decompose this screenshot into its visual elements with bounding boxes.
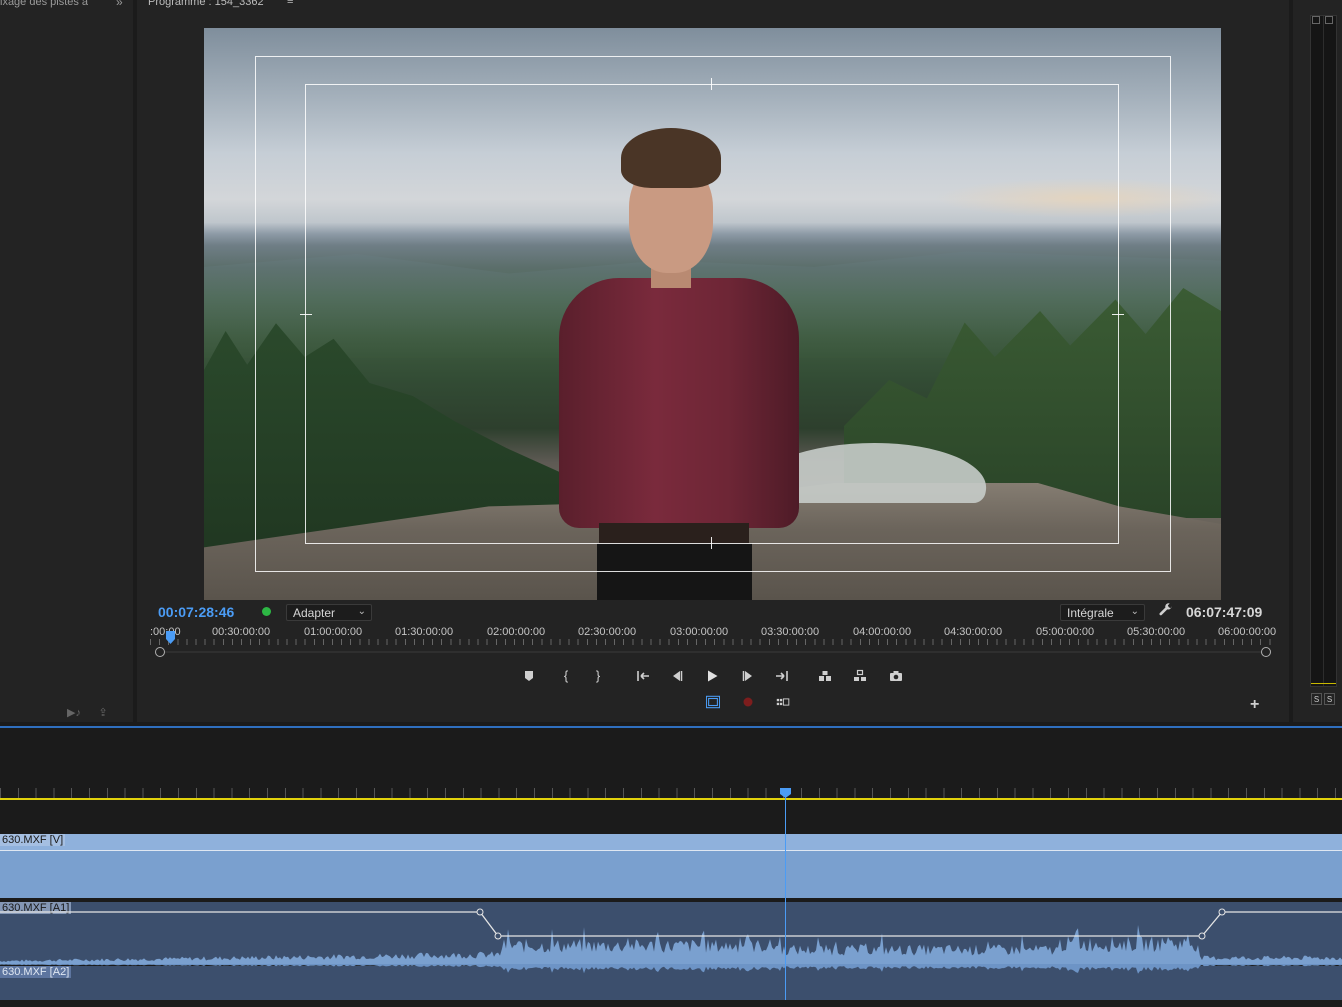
record-icon[interactable] (738, 693, 758, 711)
monitor-zoom-scrollbar[interactable] (155, 647, 1271, 657)
compare-view-icon[interactable] (773, 693, 793, 711)
clip-indicator-right[interactable] (1325, 16, 1333, 24)
lift-icon[interactable] (815, 667, 835, 685)
ruler-label: 01:00:00:00 (304, 626, 363, 638)
zoom-handle-left[interactable] (155, 647, 165, 657)
step-forward-icon[interactable] (738, 667, 758, 685)
clip-name-v1: 630.MXF [V] (0, 834, 66, 846)
timeline-playhead[interactable] (780, 788, 791, 798)
safe-margins-icon[interactable] (703, 693, 723, 711)
solo-right-button[interactable]: S (1324, 693, 1335, 705)
audio-meter-bars (1310, 15, 1337, 687)
ruler-label: 02:00:00:00 (487, 626, 546, 638)
ruler-label: 04:00:00:00 (853, 626, 912, 638)
panel-focus-line (0, 726, 1342, 728)
zoom-level-value: Adapter (293, 606, 336, 620)
export-audio-icon[interactable]: ▶♪ (66, 706, 82, 720)
meter-divider (1323, 16, 1324, 686)
double-chevron-right-icon[interactable]: » (116, 0, 123, 9)
guide-tick-top (711, 78, 712, 90)
zoom-scrollbar-track (160, 651, 1266, 653)
ruler-label: 05:00:00:00 (1036, 626, 1095, 638)
mark-in-icon[interactable]: { (556, 667, 576, 685)
monitor-time-ruler[interactable]: :00:00 00:30:00:00 01:00:00:00 01:30:00:… (150, 624, 1278, 648)
clip-indicator-left[interactable] (1312, 16, 1320, 24)
extract-icon[interactable] (850, 667, 870, 685)
ruler-label: 03:00:00:00 (670, 626, 729, 638)
title-safe-guide (305, 84, 1119, 544)
chevron-down-icon: ⌄ (1130, 606, 1139, 617)
ruler-label: 01:30:00:00 (395, 626, 454, 638)
go-to-in-icon[interactable] (633, 667, 653, 685)
export-icon[interactable]: ⇪ (95, 706, 111, 720)
timeline-playhead-line[interactable] (785, 790, 786, 1000)
chevron-down-icon: ⌄ (357, 606, 366, 617)
play-icon[interactable] (702, 667, 722, 685)
video-clip-v1[interactable]: 630.MXF [V] (0, 834, 1342, 898)
go-to-out-icon[interactable] (772, 667, 792, 685)
program-monitor: Programme : 154_3362 ≡ 00:07:28:46 Adapt… (137, 0, 1289, 722)
timeline-ruler[interactable] (0, 788, 1342, 798)
button-editor-add-icon[interactable]: + (1250, 696, 1259, 714)
playback-resolution-value: Intégrale (1067, 606, 1114, 620)
playback-resolution-select[interactable]: Intégrale ⌄ (1060, 604, 1145, 621)
wrench-icon[interactable] (1158, 603, 1174, 619)
ruler-ticks (150, 639, 1278, 645)
solo-left-button[interactable]: S (1311, 693, 1322, 705)
meter-level (1311, 683, 1336, 684)
zoom-level-select[interactable]: Adapter ⌄ (286, 604, 372, 621)
work-area-bar[interactable] (0, 798, 1342, 800)
audio-waveform[interactable] (0, 902, 1342, 1000)
ruler-label: 06:00:00:00 (1218, 626, 1277, 638)
playhead-timecode[interactable]: 00:07:28:46 (158, 604, 234, 620)
zoom-handle-right[interactable] (1261, 647, 1271, 657)
ruler-label: 05:30:00:00 (1127, 626, 1186, 638)
step-back-icon[interactable] (667, 667, 687, 685)
timeline-panel: 630.MXF [V] 630.MXF [A1] 630.MXF [A2] (0, 726, 1342, 1007)
guide-tick-left (300, 314, 312, 315)
ruler-label: 00:30:00:00 (212, 626, 271, 638)
ruler-label: 03:30:00:00 (761, 626, 820, 638)
monitor-playhead[interactable] (166, 631, 175, 644)
audio-track-mixer-panel: ixage des pistes a » ▶♪ ⇪ (0, 0, 133, 722)
guide-tick-bottom (711, 537, 712, 549)
ruler-label: 04:30:00:00 (944, 626, 1003, 638)
marker-icon[interactable] (519, 667, 539, 685)
duration-timecode[interactable]: 06:07:47:09 (1186, 604, 1262, 620)
mark-out-icon[interactable]: } (588, 667, 608, 685)
ruler-label: 02:30:00:00 (578, 626, 637, 638)
clip-header (0, 834, 1342, 850)
audio-meters-panel: S S (1293, 0, 1342, 722)
guide-tick-right (1112, 314, 1124, 315)
monitor-title[interactable]: Programme : 154_3362 (148, 0, 264, 8)
panel-tab-title[interactable]: ixage des pistes a (0, 0, 100, 8)
status-dot (262, 607, 271, 616)
opacity-line[interactable] (0, 850, 1342, 851)
premiere-workspace: ixage des pistes a » ▶♪ ⇪ Programme : 15… (0, 0, 1342, 1007)
hamburger-icon[interactable]: ≡ (287, 0, 293, 7)
export-frame-icon[interactable] (886, 667, 906, 685)
